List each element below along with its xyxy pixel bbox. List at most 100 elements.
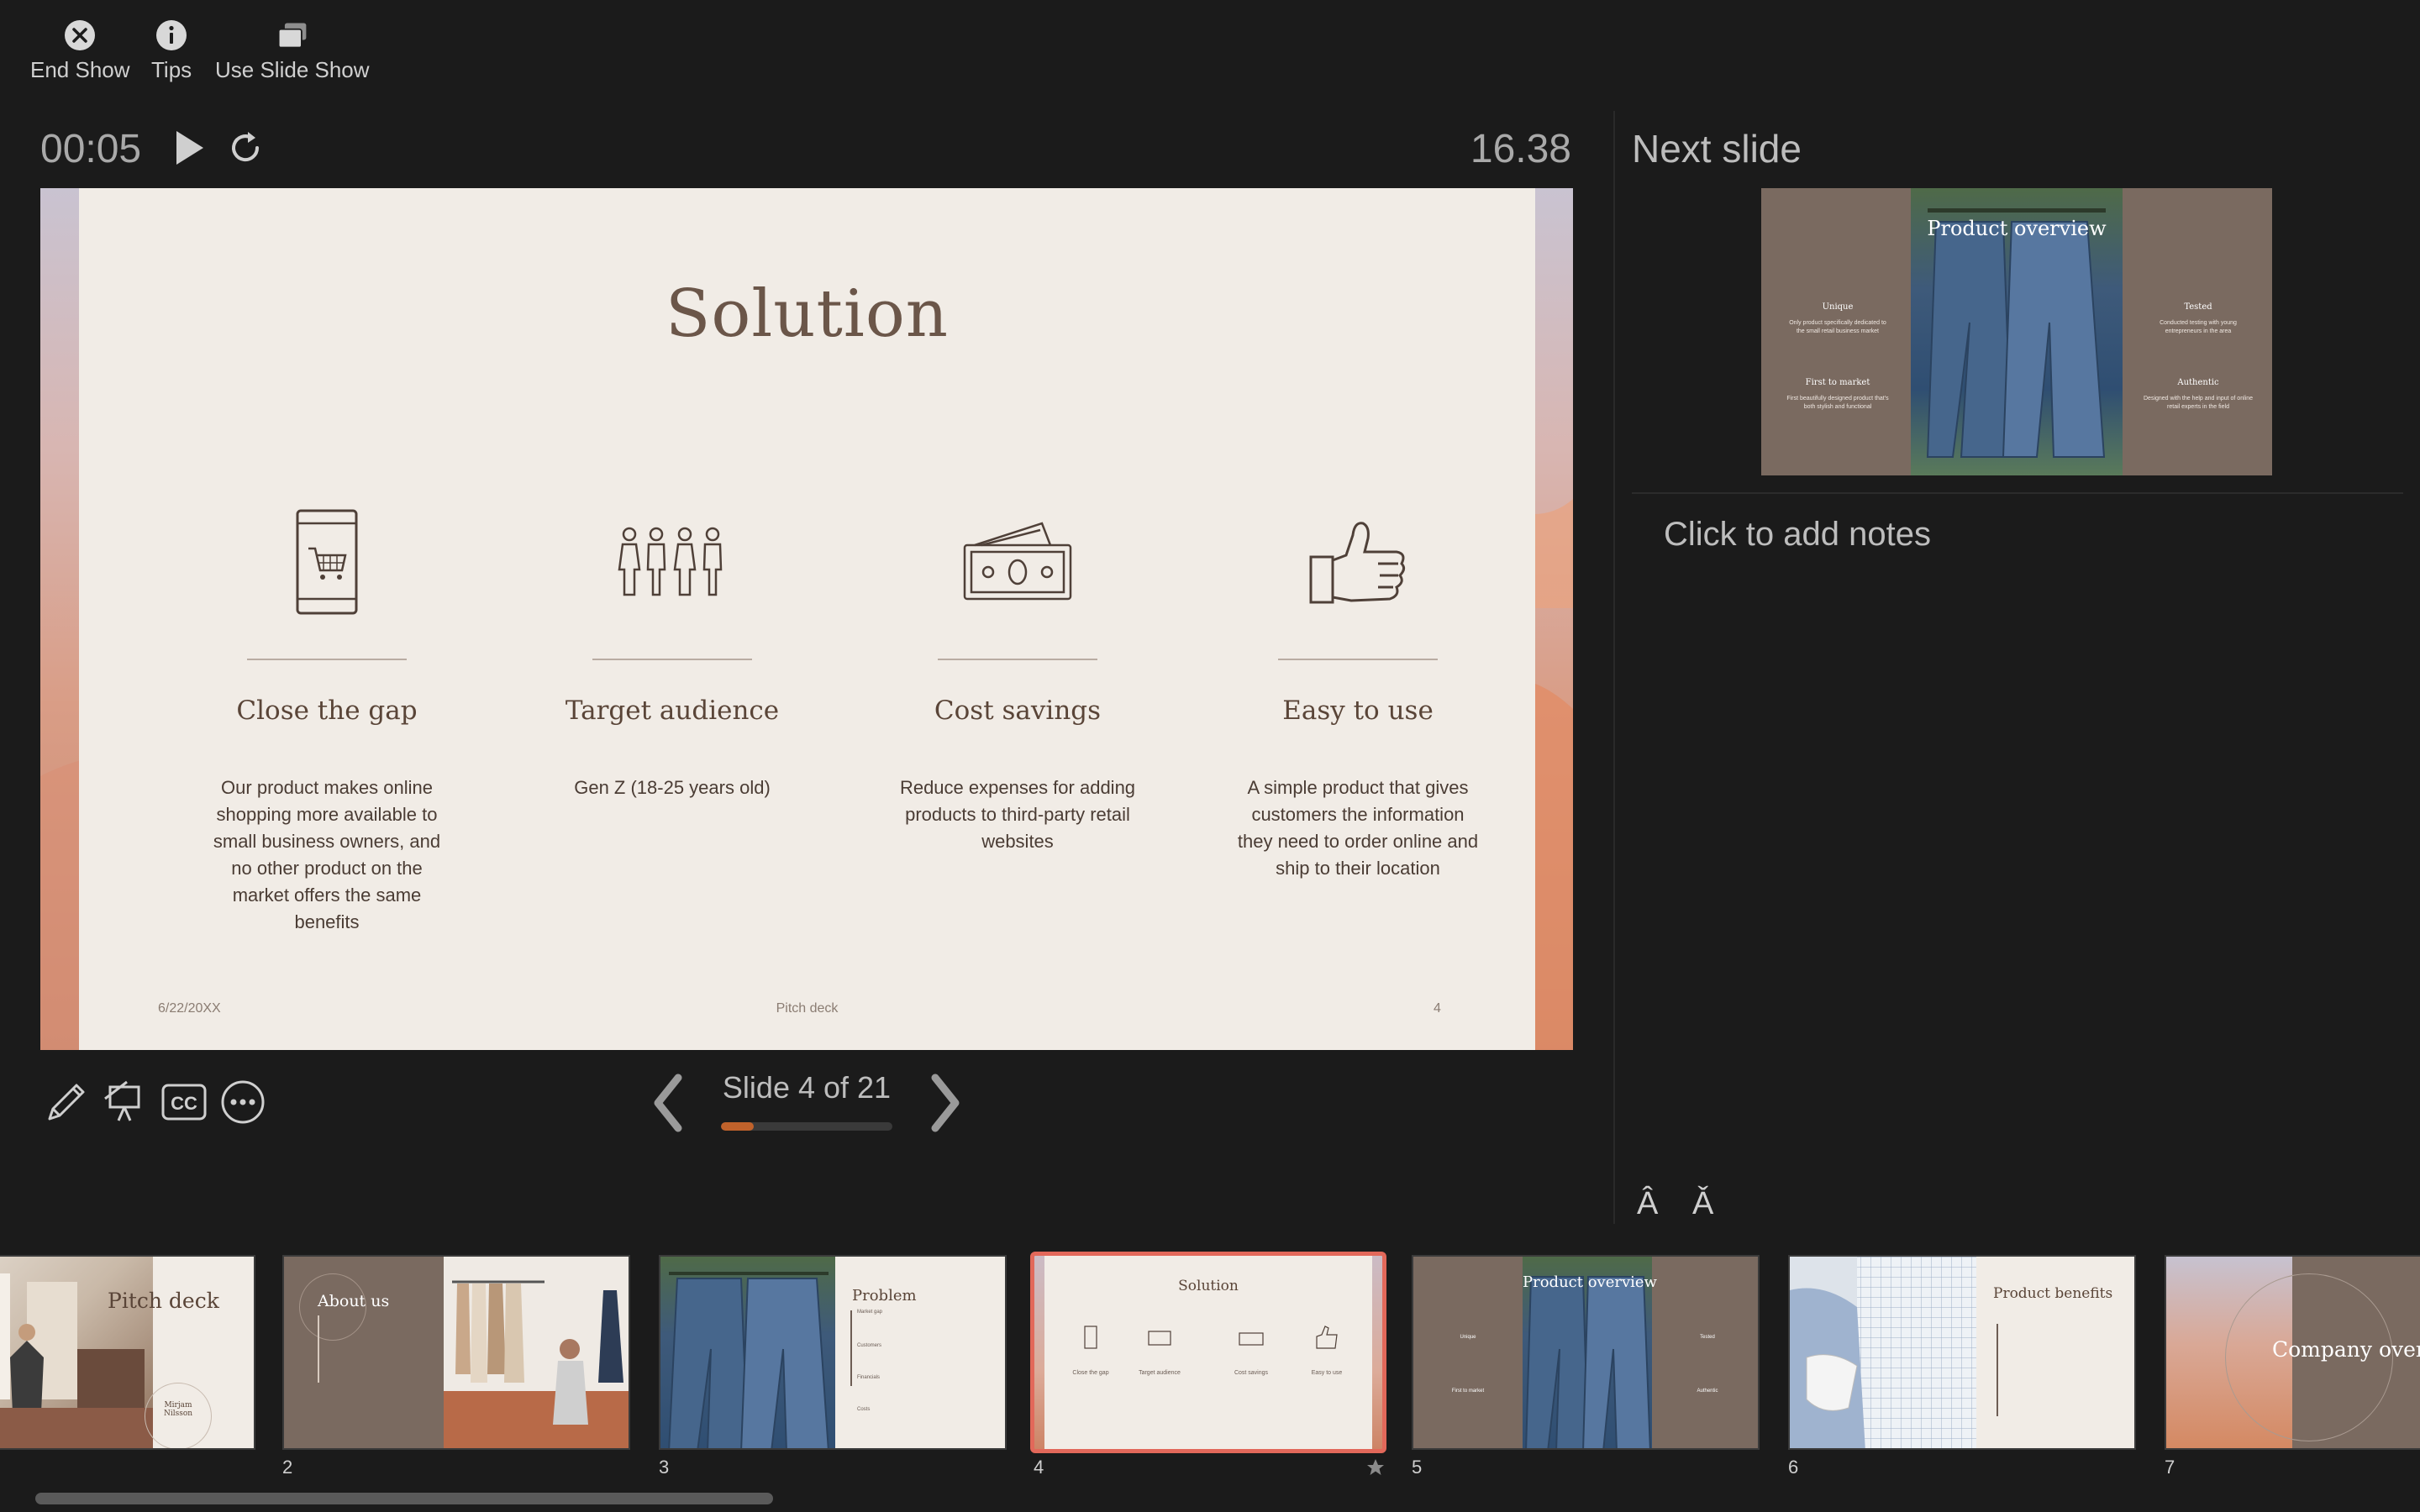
slide-position-label: Slide 4 of 21	[722, 1070, 892, 1105]
use-slide-show-label: Use Slide Show	[215, 57, 370, 82]
slide-card: Solution Close the gap Our product makes…	[79, 188, 1535, 1050]
column-heading: Target audience	[565, 696, 780, 726]
end-show-label: End Show	[30, 57, 130, 82]
slide-footer-title: Pitch deck	[776, 1001, 839, 1016]
thumbnail-slide-2[interactable]: About us	[282, 1255, 630, 1450]
captions-button[interactable]: CC	[160, 1078, 208, 1126]
slide-progress-bar	[721, 1122, 892, 1131]
slide-footer-page: 4	[1434, 1001, 1441, 1016]
money-stack-icon	[892, 499, 1144, 625]
column-body: Our product makes online shopping more a…	[213, 777, 441, 932]
previous-slide-button[interactable]	[647, 1071, 689, 1135]
pen-tool-button[interactable]	[42, 1078, 91, 1126]
svg-text:CC: CC	[171, 1093, 197, 1114]
thumbnail-slide-1[interactable]: Pitch deck Mirjam Nilsson	[0, 1255, 255, 1450]
people-group-icon	[546, 499, 798, 625]
thumbnail-item: Close the gap	[1072, 1370, 1109, 1376]
closed-captions-icon: CC	[161, 1084, 207, 1121]
thumbnail-number: 4	[1034, 1457, 1044, 1478]
thumbnail-slide-7[interactable]: Company overv	[2165, 1255, 2420, 1450]
column-heading: Close the gap	[236, 696, 418, 726]
thumbnail-item: Tested	[1700, 1335, 1715, 1340]
decrease-font-button[interactable]: Ǎ	[1692, 1186, 1713, 1222]
audience-column: Target audience Gen Z (18-25 years old)	[546, 499, 798, 801]
thumbnail-number: 7	[2165, 1457, 2175, 1478]
thumbnail-title: Product benefits	[1993, 1285, 2113, 1302]
column-heading: Cost savings	[934, 696, 1102, 726]
slide-progress-fill	[721, 1122, 754, 1131]
tips-label: Tips	[151, 57, 192, 82]
store-photo	[0, 1257, 153, 1448]
thumbnail-title: Problem	[852, 1287, 917, 1305]
slides-stack-icon	[276, 18, 309, 52]
next-block-heading: Authentic	[2177, 378, 2219, 387]
elapsed-timer: 00:05	[40, 127, 142, 171]
thumbnail-item: Market gap	[857, 1310, 883, 1315]
thumbnail-item: Easy to use	[1311, 1370, 1343, 1376]
thumbnail-item: Costs	[857, 1407, 871, 1412]
tips-button[interactable]: Tips	[151, 18, 192, 83]
laser-pointer-button[interactable]	[101, 1078, 150, 1126]
next-block-text: First beautifully designed product that'…	[1786, 396, 1889, 410]
chevron-right-icon	[931, 1074, 960, 1132]
thumbnail-slide-3[interactable]: Problem Market gap Customers Financials …	[659, 1255, 1007, 1450]
thumbnail-title: Company overv	[2272, 1337, 2420, 1362]
increase-font-button[interactable]: Â	[1637, 1186, 1658, 1222]
slide-thumbnail-strip: Pitch deck Mirjam Nilsson About us Probl…	[0, 1245, 2420, 1497]
thumbnail-item: First to market	[1451, 1389, 1485, 1394]
cost-column: Cost savings Reduce expenses for adding …	[892, 499, 1144, 855]
use-slide-show-button[interactable]: Use Slide Show	[215, 18, 370, 83]
thumbnail-item: Cost savings	[1234, 1370, 1269, 1376]
shirt-photo	[1790, 1257, 1976, 1448]
next-slide-button[interactable]	[924, 1071, 966, 1135]
thumbs-up-icon	[1232, 499, 1484, 625]
thumbnail-number: 6	[1788, 1457, 1799, 1478]
thumbnail-subtitle: Mirjam Nilsson	[163, 1401, 193, 1418]
thumbnail-title: Pitch deck	[108, 1289, 219, 1313]
notes-divider	[1632, 492, 2403, 494]
column-heading: Easy to use	[1282, 696, 1434, 726]
end-show-button[interactable]: End Show	[30, 18, 130, 83]
thumbnail-item: Customers	[857, 1343, 882, 1348]
next-block-heading: Tested	[2184, 302, 2212, 312]
clock-time: 16.38	[1470, 127, 1571, 171]
more-icon	[221, 1080, 265, 1124]
column-body: Reduce expenses for adding products to t…	[899, 777, 1136, 852]
thumbnail-slide-4[interactable]: Solution Close the gap Target audience C…	[1030, 1252, 1386, 1453]
thumbnail-item: Unique	[1460, 1335, 1476, 1340]
thumbnail-number: 5	[1412, 1457, 1423, 1478]
speaker-notes-field[interactable]: Click to add notes	[1664, 516, 1931, 554]
pointer-board-icon	[104, 1080, 140, 1121]
close-circle-icon	[63, 18, 97, 52]
reset-timer-button[interactable]	[225, 128, 266, 168]
play-icon	[176, 131, 203, 165]
restart-icon	[232, 132, 260, 162]
jeans-photo	[660, 1257, 835, 1448]
thumbnail-title: Product overview	[1523, 1273, 1657, 1291]
thumbnail-number: 3	[659, 1457, 670, 1478]
next-slide-title: Product overview	[1927, 217, 2107, 240]
thumbnail-slide-5[interactable]: Product overview Unique First to market …	[1412, 1255, 1760, 1450]
slide-title: Solution	[665, 276, 950, 352]
solution-column: Close the gap Our product makes online s…	[201, 499, 453, 936]
current-slide[interactable]: Solution Close the gap Our product makes…	[40, 188, 1573, 1050]
clothing-rack-photo	[444, 1257, 629, 1448]
thumbnail-number: 2	[282, 1457, 293, 1478]
thumbnail-item: Financials	[857, 1375, 881, 1380]
play-timer-button[interactable]	[170, 126, 210, 170]
thumbnail-scrollbar-thumb[interactable]	[35, 1493, 773, 1504]
next-block-text: Only product specifically dedicated to t…	[1789, 320, 1886, 334]
column-body: Gen Z (18-25 years old)	[574, 777, 771, 798]
ease-column: Easy to use A simple product that gives …	[1232, 499, 1484, 882]
phone-cart-icon	[201, 499, 453, 625]
info-icon	[155, 18, 188, 52]
star-icon	[1367, 1459, 1384, 1475]
thumbnail-slide-6[interactable]: Product benefits	[1788, 1255, 2136, 1450]
more-options-button[interactable]	[218, 1078, 267, 1126]
next-block-text: Designed with the help and input of onli…	[2144, 396, 2253, 410]
next-block-text: Conducted testing with young entrepreneu…	[2160, 320, 2237, 334]
thumbnail-item: Authentic	[1697, 1389, 1718, 1394]
next-block-heading: Unique	[1822, 302, 1854, 312]
next-slide-preview[interactable]: Product overview Unique Only product spe…	[1761, 188, 2272, 475]
thumbnail-title: Solution	[1178, 1278, 1239, 1294]
